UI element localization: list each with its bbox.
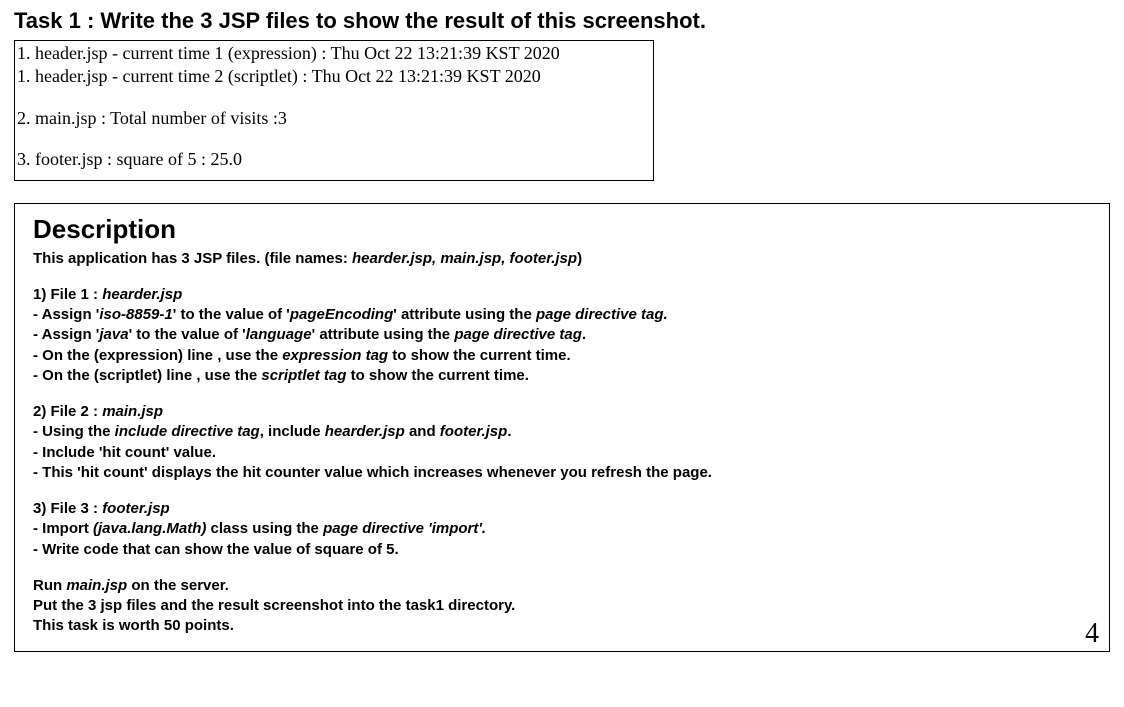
run-line2: Put the 3 jsp files and the result scree… — [33, 596, 1091, 616]
page-number: 4 — [1085, 615, 1099, 653]
file3-line2: - Write code that can show the value of … — [33, 540, 1091, 560]
output-box: 1. header.jsp - current time 1 (expressi… — [14, 40, 654, 181]
intro-filenames: hearder.jsp, main.jsp, footer.jsp — [352, 250, 577, 267]
output-line-3: 2. main.jsp : Total number of visits :3 — [17, 107, 651, 130]
description-box: Description This application has 3 JSP f… — [14, 203, 1110, 652]
file2-line1: - Using the include directive tag, inclu… — [33, 422, 1091, 442]
file3-line1: - Import (java.lang.Math) class using th… — [33, 519, 1091, 539]
output-line-2: 1. header.jsp - current time 2 (scriptle… — [17, 65, 651, 88]
file1-line2: - Assign 'java' to the value of 'languag… — [33, 325, 1091, 345]
run-line3: This task is worth 50 points. — [33, 616, 1091, 636]
description-intro: This application has 3 JSP files. (file … — [33, 249, 1091, 269]
file2-line3: - This 'hit count' displays the hit coun… — [33, 463, 1091, 483]
file1-line3: - On the (expression) line , use the exp… — [33, 346, 1091, 366]
task-title: Task 1 : Write the 3 JSP files to show t… — [14, 8, 1110, 34]
description-heading: Description — [33, 212, 1091, 247]
file2-head: 2) File 2 : main.jsp — [33, 402, 1091, 422]
output-line-4: 3. footer.jsp : square of 5 : 25.0 — [17, 148, 651, 171]
file1-head: 1) File 1 : hearder.jsp — [33, 285, 1091, 305]
file2-line2: - Include 'hit count' value. — [33, 443, 1091, 463]
file1-label: 1) File 1 : — [33, 286, 102, 303]
file1-name: hearder.jsp — [102, 286, 182, 303]
output-line-1: 1. header.jsp - current time 1 (expressi… — [17, 42, 651, 65]
file3-head: 3) File 3 : footer.jsp — [33, 499, 1091, 519]
intro-text: This application has 3 JSP files. (file … — [33, 250, 352, 267]
run-line1: Run main.jsp on the server. — [33, 576, 1091, 596]
intro-close: ) — [577, 250, 582, 267]
file1-line4: - On the (scriptlet) line , use the scri… — [33, 366, 1091, 386]
file1-line1: - Assign 'iso-8859-1' to the value of 'p… — [33, 305, 1091, 325]
